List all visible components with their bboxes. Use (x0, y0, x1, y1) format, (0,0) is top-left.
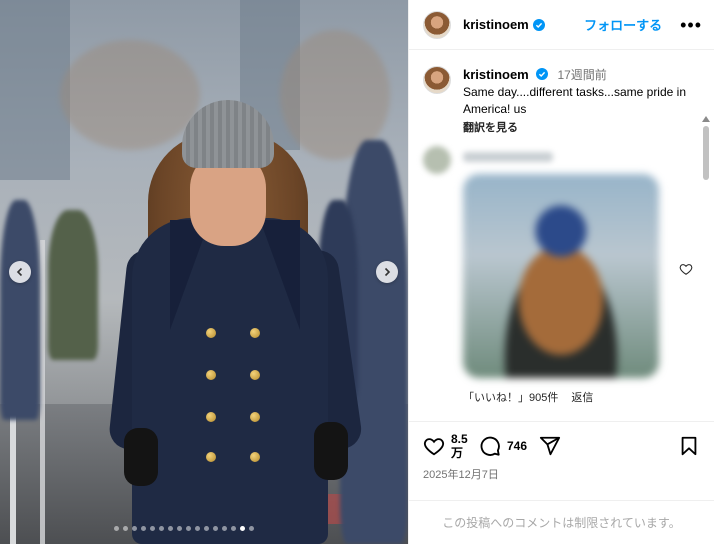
chevron-right-icon (384, 267, 391, 277)
coat-button (250, 412, 260, 422)
comment-icon[interactable] (479, 435, 501, 457)
caption-username[interactable]: kristinoem (463, 67, 529, 82)
caption-text: Same day....different tasks...same pride… (463, 85, 686, 116)
caption-body: kristinoem 17週間前 Same day....different t… (463, 66, 692, 137)
bookmark-icon[interactable] (678, 435, 700, 457)
author-avatar[interactable] (423, 10, 451, 39)
comment-reply-button[interactable]: 返信 (571, 392, 593, 404)
comment-action: 746 (479, 435, 527, 457)
likes-count[interactable]: 8.5万 (451, 432, 468, 460)
comment-meta: 「いいね！」905件 返信 (463, 389, 603, 405)
comments-count[interactable]: 746 (507, 439, 527, 453)
verified-badge-icon (532, 18, 545, 31)
comment-likes[interactable]: 「いいね！」905件 (463, 392, 558, 404)
carousel-dot (150, 526, 155, 531)
coat-button (250, 452, 260, 462)
crowd-person (0, 200, 40, 420)
coat-button (206, 452, 216, 462)
heart-icon[interactable] (423, 435, 445, 457)
railing (40, 240, 45, 544)
carousel-dot (168, 526, 173, 531)
post-side-panel: kristinoem フォローする ••• kristinoem 17週間前 S… (408, 0, 714, 544)
comment-item: 「いいね！」905件 返信 (423, 146, 699, 404)
scroll-up-arrow[interactable] (702, 116, 710, 122)
coat-button (206, 328, 216, 338)
comment-like-button[interactable] (679, 262, 693, 276)
carousel-dot (240, 526, 245, 531)
carousel-dot (222, 526, 227, 531)
post-photo (0, 0, 408, 544)
caption-time[interactable]: 17週間前 (557, 68, 606, 82)
knit-hat (182, 100, 274, 168)
coat-button (206, 412, 216, 422)
more-options-icon[interactable]: ••• (680, 16, 702, 34)
share-action (539, 435, 561, 457)
carousel-dot (141, 526, 146, 531)
post-date: 2025年12月7日 (423, 469, 499, 481)
coat-lapel (260, 220, 300, 330)
carousel-dot (159, 526, 164, 531)
carousel-dot (249, 526, 254, 531)
subject-woman (107, 100, 364, 544)
coat-button (250, 328, 260, 338)
chevron-left-icon (16, 267, 23, 277)
carousel-dot (213, 526, 218, 531)
post-caption: kristinoem 17週間前 Same day....different t… (409, 50, 714, 137)
commenter-avatar[interactable] (423, 146, 451, 174)
comments-disabled-notice: この投稿へのコメントは制限されています。 (409, 500, 714, 544)
coat-button (250, 370, 260, 380)
carousel-indicator (114, 526, 254, 531)
comments-section: kristinoem 17週間前 Same day....different t… (409, 50, 714, 420)
comments-scrollbar[interactable] (702, 116, 710, 420)
author-username[interactable]: kristinoem (463, 17, 529, 32)
carousel-dot (231, 526, 236, 531)
caption-avatar[interactable] (423, 66, 451, 94)
carousel-dot (204, 526, 209, 531)
carousel-dot (186, 526, 191, 531)
glove (124, 428, 158, 486)
share-icon[interactable] (539, 435, 561, 457)
crowd-person (48, 210, 98, 360)
save-action (678, 435, 700, 457)
post-actions: 8.5万 746 2025年12月7日 (409, 421, 714, 501)
scroll-thumb[interactable] (703, 126, 709, 180)
translate-link[interactable]: 翻訳を見る (463, 120, 692, 137)
verified-badge-icon (536, 68, 549, 80)
next-slide-button[interactable] (376, 261, 398, 283)
follow-button[interactable]: フォローする (584, 15, 662, 34)
glove (314, 422, 348, 480)
commenter-username[interactable] (463, 152, 553, 162)
coat-button (206, 370, 216, 380)
post-header: kristinoem フォローする ••• (409, 0, 714, 50)
carousel-dot (114, 526, 119, 531)
carousel-dot (195, 526, 200, 531)
like-action: 8.5万 (423, 432, 468, 460)
carousel-dot (123, 526, 128, 531)
carousel-dot (132, 526, 137, 531)
carousel-dot (177, 526, 182, 531)
comment-image[interactable] (463, 174, 659, 378)
previous-slide-button[interactable] (9, 261, 31, 283)
